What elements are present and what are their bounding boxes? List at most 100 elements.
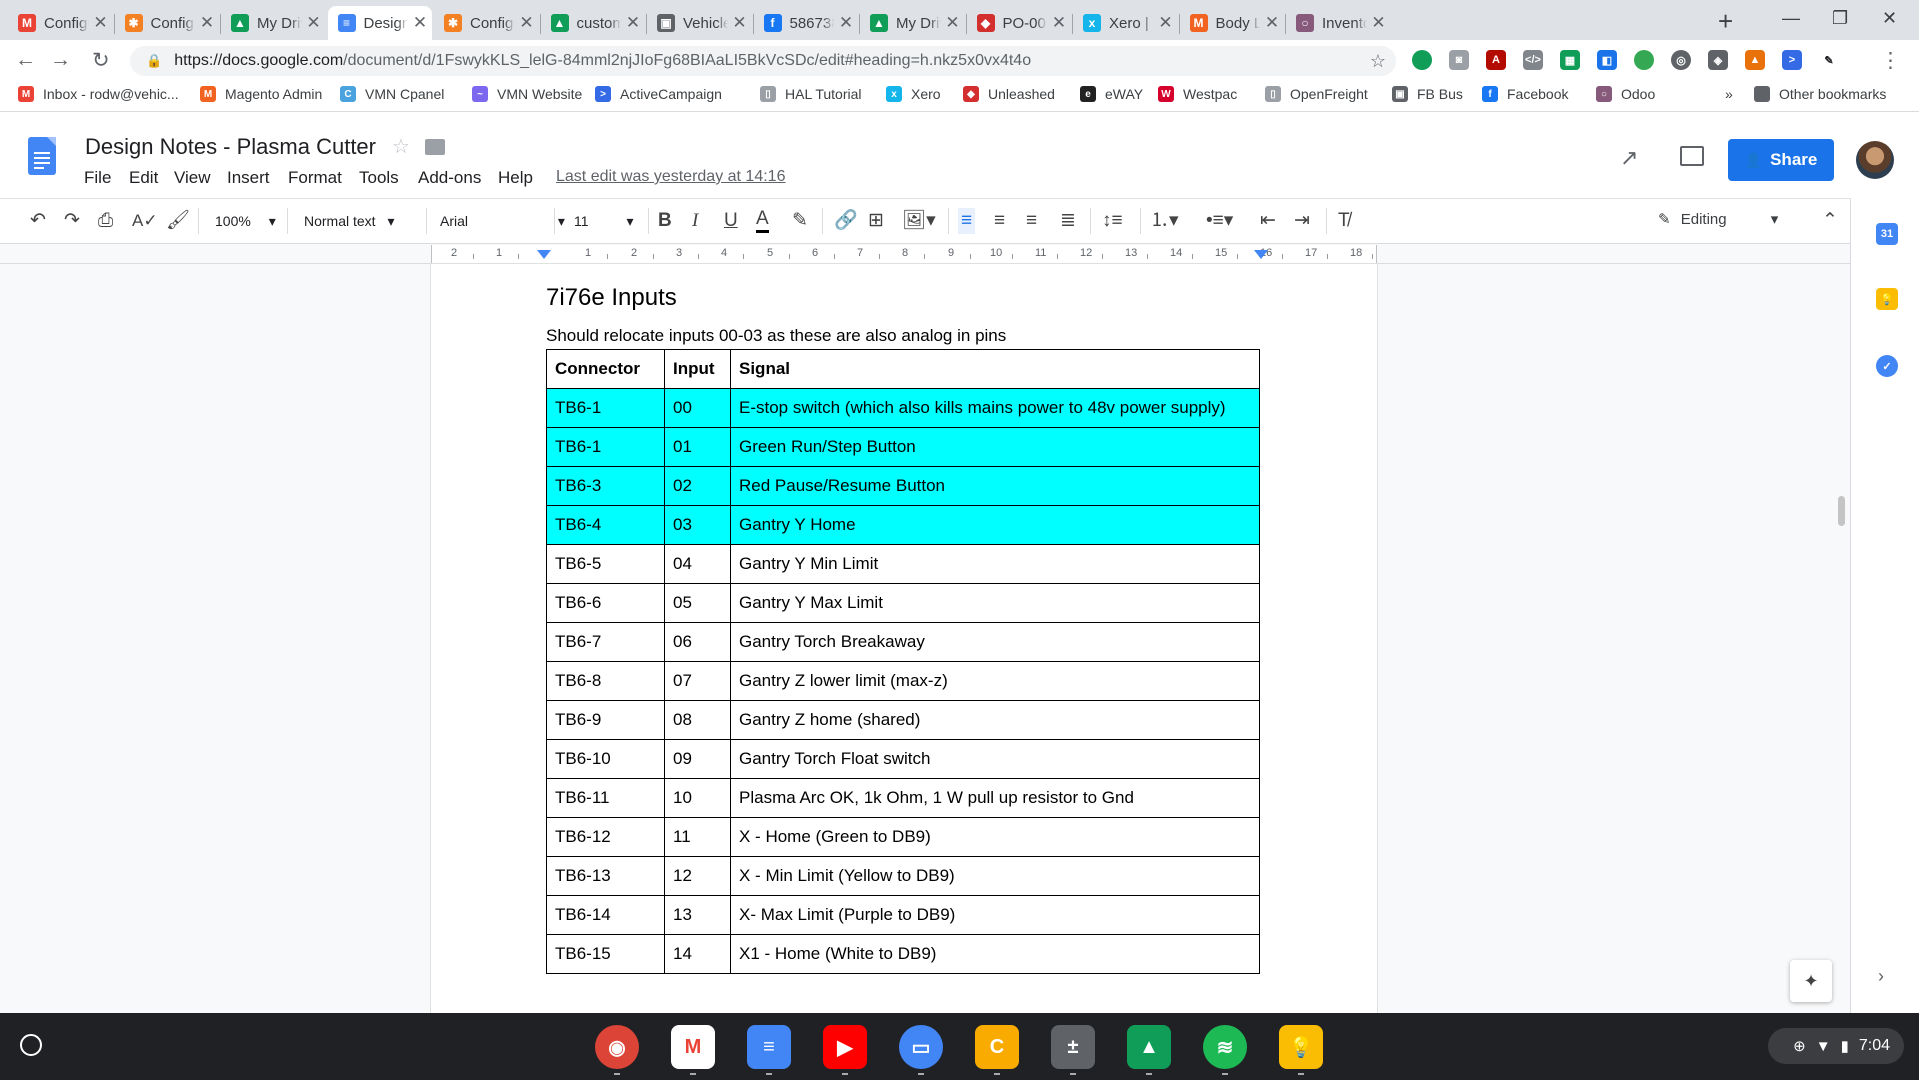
browser-tab[interactable]: ▣ Vehicle I✕ — [647, 6, 752, 40]
explore-button[interactable]: ✦ — [1790, 960, 1832, 1002]
bold-icon[interactable]: B — [658, 208, 672, 234]
insert-image-icon[interactable]: 🖼▾ — [902, 208, 936, 234]
cell-connector[interactable]: TB6-8 — [546, 661, 665, 701]
menu-add-ons[interactable]: Add-ons — [418, 168, 481, 188]
close-tab-icon[interactable]: ✕ — [1154, 13, 1178, 33]
share-button[interactable]: 👤 Share — [1728, 139, 1834, 181]
cell-input[interactable]: 09 — [664, 739, 731, 779]
close-tab-icon[interactable]: ✕ — [728, 13, 752, 33]
bookmark-star-icon[interactable]: ☆ — [1370, 51, 1386, 72]
menu-tools[interactable]: Tools — [359, 168, 399, 188]
chrome-icon[interactable]: ◉ — [595, 1025, 639, 1069]
column-header-input[interactable]: Input — [664, 349, 731, 389]
cell-signal[interactable]: Gantry Z home (shared) — [730, 700, 1260, 740]
google-docs-logo-icon[interactable] — [28, 137, 56, 175]
paragraph-style-select[interactable]: Normal text ▾ — [304, 210, 395, 232]
browser-menu-icon[interactable]: ⋮ — [1880, 48, 1901, 73]
cell-signal[interactable]: E-stop switch (which also kills mains po… — [730, 388, 1260, 428]
cell-signal[interactable]: X - Home (Green to DB9) — [730, 817, 1260, 857]
left-indent-marker[interactable] — [537, 250, 551, 259]
spotify-icon[interactable]: ≋ — [1203, 1025, 1247, 1069]
increase-indent-icon[interactable]: ⇥ — [1294, 208, 1310, 234]
print-icon[interactable]: ⎙ — [98, 208, 113, 234]
bookmark-item[interactable]: ▣ FB Bus — [1392, 86, 1463, 102]
cell-signal[interactable]: Gantry Torch Breakaway — [730, 622, 1260, 662]
menu-insert[interactable]: Insert — [227, 168, 270, 188]
document-paragraph[interactable]: Should relocate inputs 00-03 as these ar… — [546, 326, 1006, 346]
document-heading[interactable]: 7i76e Inputs — [546, 284, 677, 312]
close-window-icon[interactable]: ✕ — [1882, 8, 1897, 29]
cell-connector[interactable]: TB6-15 — [546, 934, 665, 974]
cell-connector[interactable]: TB6-5 — [546, 544, 665, 584]
comment-history-icon[interactable] — [1680, 146, 1704, 166]
cell-signal[interactable]: Gantry Z lower limit (max-z) — [730, 661, 1260, 701]
menu-view[interactable]: View — [174, 168, 211, 188]
justify-icon[interactable]: ≣ — [1060, 208, 1076, 234]
cell-signal[interactable]: X - Min Limit (Yellow to DB9) — [730, 856, 1260, 896]
cell-signal[interactable]: X- Max Limit (Purple to DB9) — [730, 895, 1260, 935]
browser-tab[interactable]: ○ Inventor✕ — [1286, 6, 1391, 40]
browser-tab[interactable]: ▲ custome✕ — [541, 6, 646, 40]
bookmark-item[interactable]: ◆ Unleashed — [963, 86, 1055, 102]
right-indent-marker[interactable] — [1254, 250, 1268, 259]
bookmark-item[interactable]: ▯ HAL Tutorial — [760, 86, 862, 102]
cell-connector[interactable]: TB6-9 — [546, 700, 665, 740]
cell-input[interactable]: 12 — [664, 856, 731, 896]
cell-input[interactable]: 06 — [664, 622, 731, 662]
cell-input[interactable]: 00 — [664, 388, 731, 428]
cell-input[interactable]: 14 — [664, 934, 731, 974]
last-edit-link[interactable]: Last edit was yesterday at 14:16 — [556, 168, 785, 186]
cell-connector[interactable]: TB6-4 — [546, 505, 665, 545]
menu-format[interactable]: Format — [288, 168, 342, 188]
camera-extension-icon[interactable]: ◙ — [1449, 50, 1469, 70]
cell-connector[interactable]: TB6-6 — [546, 583, 665, 623]
minimize-icon[interactable]: — — [1782, 8, 1800, 29]
new-tab-button[interactable]: + — [1718, 6, 1733, 37]
browser-tab[interactable]: ≡ Design N✕ — [327, 6, 432, 40]
cell-connector[interactable]: TB6-11 — [546, 778, 665, 818]
cell-connector[interactable]: TB6-1 — [546, 388, 665, 428]
browser-tab[interactable]: ▲ My Drive✕ — [860, 6, 965, 40]
browser-tab[interactable]: ✱ Configur✕ — [115, 6, 220, 40]
line-spacing-icon[interactable]: ↕≡ — [1102, 208, 1123, 234]
menu-help[interactable]: Help — [498, 168, 533, 188]
font-select[interactable]: Arial ▾ — [440, 210, 565, 232]
browser-tab[interactable]: ◆ PO-0000✕ — [967, 6, 1072, 40]
browser-tab[interactable]: M Configur✕ — [8, 6, 113, 40]
redo-icon[interactable]: ↷ — [64, 208, 80, 234]
vlc-extension-icon[interactable]: ▲ — [1745, 50, 1765, 70]
font-size-select[interactable]: 11 ▾ — [574, 210, 633, 232]
scrollbar-thumb[interactable] — [1838, 496, 1845, 526]
google-keep-app-icon[interactable]: 💡 — [1279, 1025, 1323, 1069]
bookmark-item[interactable]: x Xero — [886, 86, 941, 102]
close-tab-icon[interactable]: ✕ — [941, 13, 965, 33]
star-document-icon[interactable]: ☆ — [392, 134, 410, 159]
bookmark-item[interactable]: ○ Odoo — [1596, 86, 1655, 102]
cell-connector[interactable]: TB6-13 — [546, 856, 665, 896]
cell-signal[interactable]: Red Pause/Resume Button — [730, 466, 1260, 506]
google-keep-icon[interactable]: 💡 — [1876, 288, 1898, 310]
decrease-indent-icon[interactable]: ⇤ — [1260, 208, 1276, 234]
menu-edit[interactable]: Edit — [129, 168, 158, 188]
cell-input[interactable]: 07 — [664, 661, 731, 701]
cell-input[interactable]: 01 — [664, 427, 731, 467]
bookmark-item[interactable]: M Magento Admin — [200, 86, 322, 102]
gmail-app-icon[interactable]: M — [671, 1025, 715, 1069]
cell-input[interactable]: 03 — [664, 505, 731, 545]
underline-icon[interactable]: U — [724, 208, 738, 234]
cell-signal[interactable]: Green Run/Step Button — [730, 427, 1260, 467]
outlook-extension-icon[interactable]: ◧ — [1597, 50, 1617, 70]
cell-connector[interactable]: TB6-10 — [546, 739, 665, 779]
expand-side-panel-icon[interactable]: › — [1878, 966, 1884, 987]
close-tab-icon[interactable]: ✕ — [302, 13, 326, 33]
back-icon[interactable]: ← — [15, 48, 36, 72]
green-extension-icon[interactable] — [1634, 50, 1654, 70]
editing-mode-select[interactable]: ✎ Editing ▾ — [1658, 210, 1778, 228]
browser-tab[interactable]: ✱ Configur✕ — [434, 6, 539, 40]
launcher-icon[interactable] — [20, 1034, 42, 1056]
browser-tab[interactable]: M Body Lif✕ — [1180, 6, 1285, 40]
text-color-icon[interactable]: A — [756, 208, 769, 233]
sheets-extension-icon[interactable]: ▦ — [1560, 50, 1580, 70]
close-tab-icon[interactable]: ✕ — [834, 13, 858, 33]
cell-signal[interactable]: Plasma Arc OK, 1k Ohm, 1 W pull up resis… — [730, 778, 1260, 818]
